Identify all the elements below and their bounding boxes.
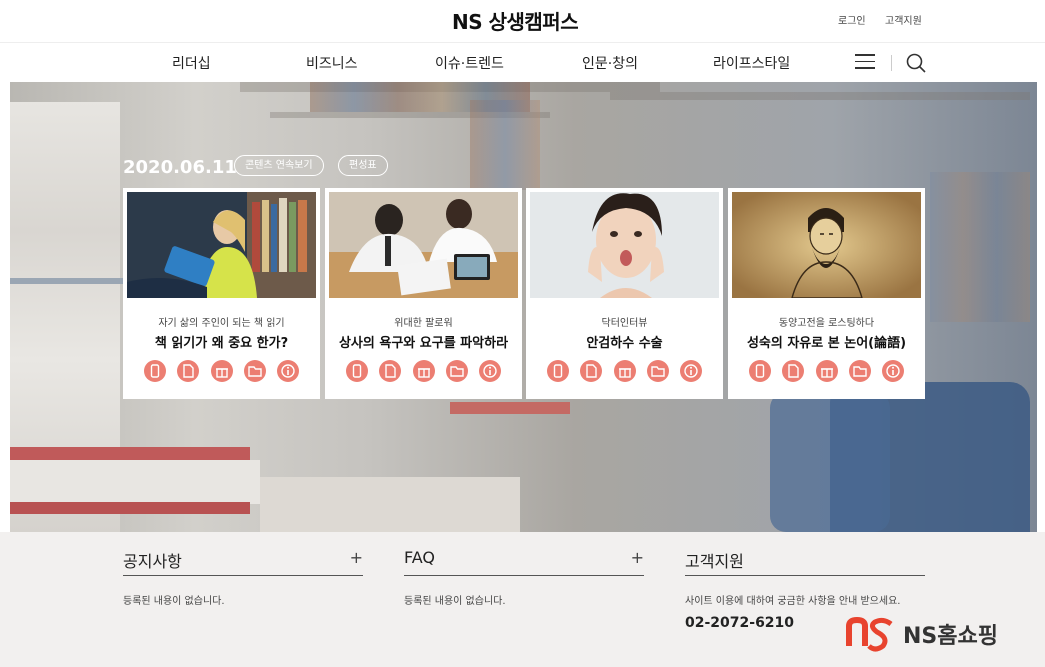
card-actions — [526, 360, 723, 382]
content-card[interactable]: 위대한 팔로워 상사의 욕구와 요구를 파악하라 — [325, 188, 522, 399]
support-title: 고객지원 — [685, 552, 744, 571]
card-thumbnail-reading-woman[interactable] — [127, 192, 316, 298]
nav-business[interactable]: 비즈니스 — [306, 53, 358, 73]
document-icon[interactable] — [379, 360, 402, 382]
card-thumbnail-meeting[interactable] — [329, 192, 518, 298]
nav-divider — [891, 55, 892, 71]
gift-icon[interactable] — [412, 360, 435, 382]
support-link[interactable]: 고객지원 — [885, 12, 922, 27]
card-subtitle: 닥터인터뷰 — [601, 318, 648, 329]
folder-icon[interactable] — [243, 360, 266, 382]
content-card[interactable]: 닥터인터뷰 안검하수 수술 — [526, 188, 723, 399]
brand-name: NS홈쇼핑 — [903, 624, 998, 649]
card-title[interactable]: 안검하수 수술 — [532, 332, 717, 351]
notice-more-button[interactable]: + — [350, 548, 363, 567]
card-thumbnail-confucius[interactable] — [732, 192, 921, 298]
document-icon[interactable] — [580, 360, 603, 382]
search-icon[interactable] — [905, 52, 927, 74]
info-icon[interactable] — [679, 360, 702, 382]
ns-logo-icon — [846, 616, 893, 652]
folder-icon[interactable] — [848, 360, 871, 382]
top-bar: NS 상생캠퍼스 로그인 고객지원 — [0, 0, 1045, 42]
notice-header[interactable]: 공지사항 + — [123, 548, 363, 576]
document-icon[interactable] — [782, 360, 805, 382]
notice-empty-text: 등록된 내용이 없습니다. — [123, 596, 225, 607]
notice-section: 공지사항 + 등록된 내용이 없습니다. — [123, 548, 363, 607]
info-icon[interactable] — [478, 360, 501, 382]
card-actions — [728, 360, 925, 382]
content-card[interactable]: 자기 삶의 주인이 되는 책 읽기 책 읽기가 왜 중요 한가? — [123, 188, 320, 399]
faq-header[interactable]: FAQ + — [404, 548, 644, 576]
mobile-icon[interactable] — [547, 360, 570, 382]
folder-icon[interactable] — [646, 360, 669, 382]
card-title[interactable]: 책 읽기가 왜 중요 한가? — [129, 332, 314, 351]
site-logo[interactable]: NS 상생캠퍼스 — [452, 6, 579, 35]
hamburger-menu-icon[interactable] — [855, 54, 875, 70]
nav-leadership[interactable]: 리더십 — [172, 53, 211, 73]
faq-title: FAQ — [404, 548, 435, 567]
document-icon[interactable] — [177, 360, 200, 382]
faq-section: FAQ + 등록된 내용이 없습니다. — [404, 548, 644, 607]
content-card[interactable]: 동양고전을 로스팅하다 성숙의 자유로 본 논어(論語) — [728, 188, 925, 399]
faq-empty-text: 등록된 내용이 없습니다. — [404, 596, 506, 607]
mobile-icon[interactable] — [749, 360, 772, 382]
continuous-play-button[interactable]: 콘텐츠 연속보기 — [234, 155, 324, 176]
card-actions — [325, 360, 522, 382]
card-thumbnail-surprised-woman[interactable] — [530, 192, 719, 298]
faq-more-button[interactable]: + — [631, 548, 644, 567]
main-nav: 리더십 비즈니스 이슈·트렌드 인문·창의 라이프스타일 — [0, 42, 1045, 82]
gift-icon[interactable] — [815, 360, 838, 382]
card-title[interactable]: 성숙의 자유로 본 논어(論語) — [734, 332, 919, 351]
broadcast-date: 2020.06.11 — [123, 157, 237, 178]
notice-title: 공지사항 — [123, 552, 182, 571]
login-link[interactable]: 로그인 — [838, 12, 866, 27]
card-title[interactable]: 상사의 욕구와 요구를 파악하라 — [331, 332, 516, 351]
support-description: 사이트 이용에 대하여 궁금한 사항을 안내 받으세요. — [685, 596, 901, 607]
nav-issue-trend[interactable]: 이슈·트렌드 — [435, 53, 504, 73]
card-actions — [123, 360, 320, 382]
card-subtitle: 자기 삶의 주인이 되는 책 읽기 — [158, 318, 285, 329]
nav-humanities[interactable]: 인문·창의 — [582, 53, 638, 73]
card-subtitle: 위대한 팔로워 — [394, 318, 453, 329]
card-subtitle: 동양고전을 로스팅하다 — [778, 318, 875, 329]
gift-icon[interactable] — [613, 360, 636, 382]
nav-lifestyle[interactable]: 라이프스타일 — [713, 53, 790, 73]
support-header: 고객지원 — [685, 548, 925, 576]
info-icon[interactable] — [881, 360, 904, 382]
mobile-icon[interactable] — [346, 360, 369, 382]
info-icon[interactable] — [276, 360, 299, 382]
schedule-button[interactable]: 편성표 — [338, 155, 388, 176]
folder-icon[interactable] — [445, 360, 468, 382]
mobile-icon[interactable] — [144, 360, 167, 382]
gift-icon[interactable] — [210, 360, 233, 382]
